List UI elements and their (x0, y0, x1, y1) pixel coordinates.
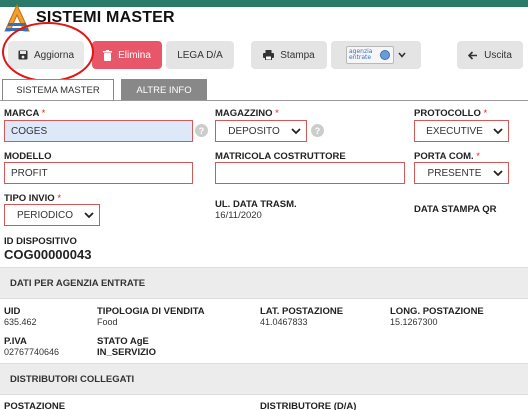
tab-altre-info[interactable]: ALTRE INFO (121, 79, 207, 101)
print-icon (263, 50, 275, 60)
piva-value: 02767740646 (4, 347, 60, 357)
column-header-distributore: DISTRIBUTORE (D/A) (260, 401, 357, 410)
section-agenzia-entrate: DATI PER AGENZIA ENTRATE (0, 267, 528, 299)
uscita-button[interactable]: Uscita (457, 41, 523, 69)
ul-data-trasm-label: UL. DATA TRASM. (215, 199, 297, 210)
uid-label: UID (4, 306, 21, 317)
agenzia-entrate-logo: agenzia entrate (346, 46, 394, 64)
trash-icon (103, 49, 113, 61)
tab-sistema-master[interactable]: SISTEMA MASTER (2, 79, 114, 101)
long-postazione-value: 15.1267300 (390, 317, 438, 327)
lat-postazione-label: LAT. POSTAZIONE (260, 306, 344, 317)
top-accent-bar (0, 0, 528, 7)
tipo-invio-value: PERIODICO (16, 209, 74, 221)
chevron-down-icon (398, 52, 406, 58)
elimina-label: Elimina (118, 49, 151, 61)
chevron-down-icon (84, 212, 94, 219)
magazzino-select[interactable]: DEPOSITO (215, 120, 307, 142)
aggiorna-label: Aggiorna (33, 49, 75, 61)
chevron-down-icon (493, 170, 503, 177)
matricola-label: MATRICOLA COSTRUTTORE (215, 151, 346, 162)
section-distributori-collegati: DISTRIBUTORI COLLEGATI (0, 363, 528, 395)
long-postazione-label: LONG. POSTAZIONE (390, 306, 484, 317)
agenzia-entrate-logo-text: agenzia entrate (349, 48, 373, 61)
agenzia-entrate-dropdown-button[interactable]: agenzia entrate (331, 41, 421, 69)
ul-data-trasm-value: 16/11/2020 (215, 210, 262, 221)
page-title: SISTEMI MASTER (36, 9, 175, 26)
porta-com-label: PORTA COM. * (414, 151, 480, 162)
magazzino-label: MAGAZZINO * (215, 108, 279, 119)
tipo-invio-label: TIPO INVIO * (4, 193, 62, 204)
aggiorna-button[interactable]: Aggiorna (8, 41, 84, 69)
id-dispositivo-value: COG00000043 (4, 247, 92, 262)
uid-value: 635.462 (4, 317, 37, 327)
tab-divider (0, 100, 528, 101)
marca-field[interactable]: COGES (4, 120, 193, 142)
matricola-field[interactable] (215, 162, 405, 184)
help-icon[interactable]: ? (195, 124, 208, 137)
stato-age-label: STATO AgE (97, 336, 149, 347)
chevron-down-icon (291, 128, 301, 135)
porta-com-value: PRESENTE (427, 167, 482, 179)
save-icon (18, 50, 28, 60)
protocollo-label: PROTOCOLLO * (414, 108, 488, 119)
chevron-down-icon (493, 128, 503, 135)
data-stampa-qr-label: DATA STAMPA QR (414, 204, 497, 215)
protocollo-value: EXECUTIVE (426, 125, 483, 137)
stampa-label: Stampa (280, 49, 315, 61)
stato-age-value: IN_SERVIZIO (97, 347, 156, 358)
marca-label: MARCA * (4, 108, 46, 119)
magazzino-value: DEPOSITO (228, 125, 280, 137)
id-dispositivo-label: ID DISPOSITIVO (4, 236, 77, 247)
porta-com-select[interactable]: PRESENTE (414, 162, 509, 184)
column-header-postazione: POSTAZIONE (4, 401, 66, 410)
lega-da-button[interactable]: LEGA D/A (166, 41, 234, 69)
globe-icon (380, 50, 390, 60)
app-logo-icon (4, 3, 30, 32)
stampa-button[interactable]: Stampa (251, 41, 327, 69)
piva-label: P.IVA (4, 336, 27, 347)
help-icon[interactable]: ? (311, 124, 324, 137)
modello-label: MODELLO (4, 151, 52, 162)
lega-da-label: LEGA D/A (177, 49, 223, 61)
arrow-left-icon (468, 50, 478, 60)
tipologia-label: TIPOLOGIA DI VENDITA (97, 306, 205, 317)
lat-postazione-value: 41.0467833 (260, 317, 308, 327)
tipo-invio-select[interactable]: PERIODICO (4, 204, 100, 226)
elimina-button[interactable]: Elimina (92, 41, 162, 69)
uscita-label: Uscita (484, 49, 512, 61)
tipologia-value: Food (97, 317, 118, 327)
modello-field[interactable]: PROFIT (4, 162, 193, 184)
protocollo-select[interactable]: EXECUTIVE (414, 120, 509, 142)
